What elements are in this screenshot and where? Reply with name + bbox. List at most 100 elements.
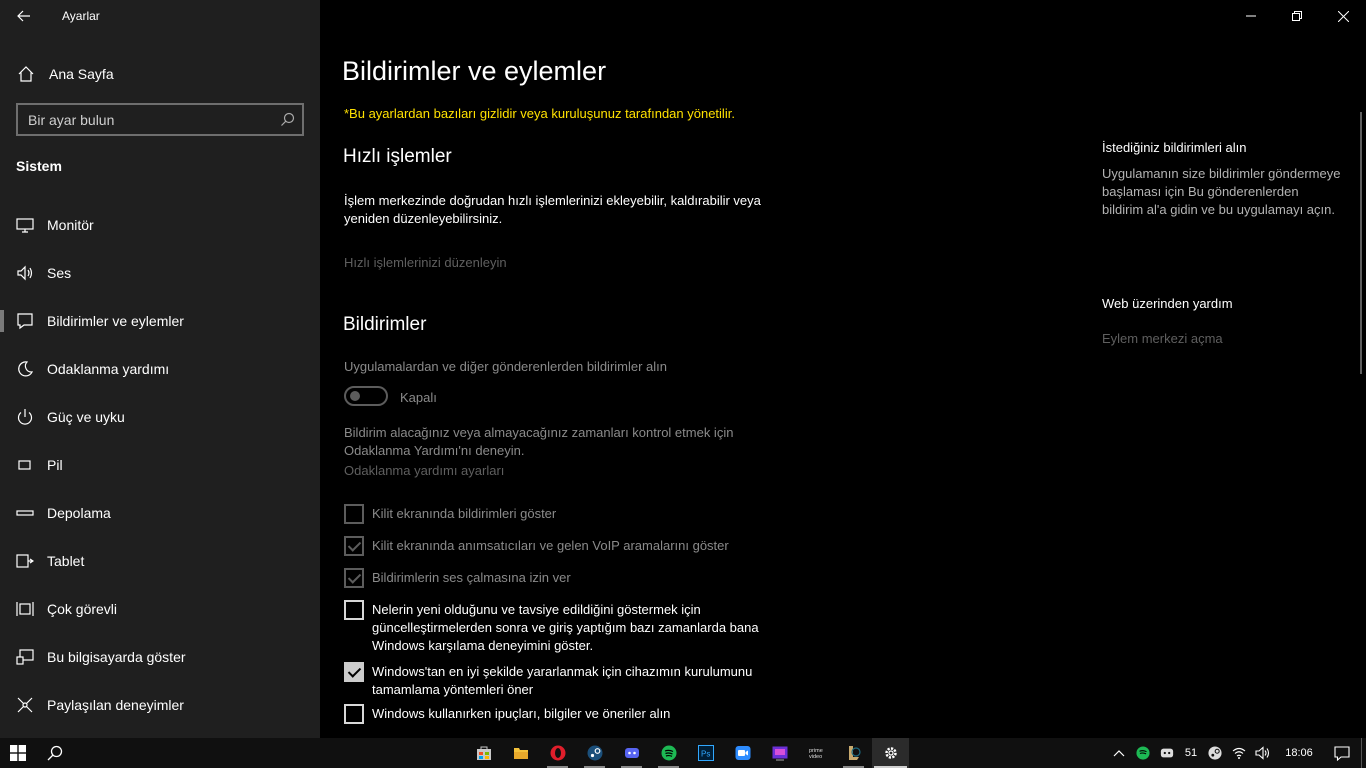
taskbar-search-button[interactable]	[38, 738, 72, 768]
show-desktop-button[interactable]	[1361, 738, 1366, 768]
tray-overflow-button[interactable]	[1107, 738, 1131, 768]
steam-icon	[1208, 746, 1222, 760]
taskbar: Ps prime video 51 18:06	[0, 738, 1366, 768]
taskbar-app-league[interactable]	[835, 738, 872, 768]
tray-discord[interactable]	[1155, 738, 1179, 768]
taskbar-apps: Ps prime video	[465, 738, 909, 768]
store-icon	[476, 746, 491, 760]
focus-assist-settings-link[interactable]: Odaklanma yardımı ayarları	[344, 463, 504, 478]
taskbar-app-opera[interactable]	[539, 738, 576, 768]
taskbar-clock[interactable]: 18:06	[1275, 747, 1323, 759]
sidebar-nav: Monitör Ses Bildirimler ve eylemler Odak…	[0, 201, 320, 729]
web-help-title: Web üzerinden yardım	[1102, 296, 1233, 311]
sidebar-item-notifications[interactable]: Bildirimler ve eylemler	[0, 297, 320, 345]
checkbox[interactable]	[344, 536, 364, 556]
sidebar-item-label: Bildirimler ve eylemler	[47, 313, 184, 329]
action-center-button[interactable]	[1323, 738, 1361, 768]
sidebar-item-label: Pil	[47, 457, 63, 473]
wifi-icon	[1232, 747, 1246, 759]
home-nav-item[interactable]: Ana Sayfa	[0, 56, 320, 92]
settings-icon	[884, 747, 897, 759]
volume-icon	[1255, 746, 1270, 760]
taskbar-app-steam[interactable]	[576, 738, 613, 768]
notifications-heading: Bildirimler	[343, 314, 427, 335]
minimize-button[interactable]	[1228, 0, 1274, 32]
sidebar-item-projecting[interactable]: Bu bilgisayarda göster	[0, 633, 320, 681]
checkbox[interactable]	[344, 600, 364, 620]
help-title: İstediğiniz bildirimleri alın	[1102, 140, 1247, 155]
checkbox[interactable]	[344, 504, 364, 524]
speaker-icon	[17, 265, 33, 281]
discord-icon	[624, 748, 639, 758]
close-button[interactable]	[1320, 0, 1366, 32]
search-icon[interactable]	[280, 112, 295, 127]
sidebar: Ayarlar Ana Sayfa Sistem Monitör Ses Bil…	[0, 0, 320, 738]
spotify-icon	[661, 745, 676, 761]
sidebar-item-label: Güç ve uyku	[47, 409, 125, 425]
checkbox[interactable]	[344, 568, 364, 588]
tray-steam[interactable]	[1203, 738, 1227, 768]
sidebar-item-monitor[interactable]: Monitör	[0, 201, 320, 249]
quick-actions-heading: Hızlı işlemler	[343, 146, 452, 167]
back-button[interactable]	[10, 4, 38, 28]
sidebar-item-sound[interactable]: Ses	[0, 249, 320, 297]
sidebar-item-multitasking[interactable]: Çok görevli	[0, 585, 320, 633]
sidebar-item-shared-experiences[interactable]: Paylaşılan deneyimler	[0, 681, 320, 729]
search-input[interactable]	[18, 105, 268, 134]
taskbar-app-settings[interactable]	[872, 738, 909, 768]
taskbar-app-file-explorer[interactable]	[502, 738, 539, 768]
zoom-icon	[735, 746, 750, 760]
tray-network[interactable]	[1227, 738, 1251, 768]
spotify-icon	[1136, 746, 1150, 760]
taskbar-app-photoshop[interactable]: Ps	[687, 738, 724, 768]
notifications-toggle[interactable]	[344, 386, 388, 406]
start-button[interactable]	[0, 738, 36, 768]
taskbar-app-spotify[interactable]	[650, 738, 687, 768]
svg-text:video: video	[809, 754, 822, 760]
discord-icon	[1160, 748, 1174, 758]
web-help-panel: Web üzerinden yardım Eylem merkezi açma	[1102, 296, 1342, 348]
sidebar-item-tablet[interactable]: Tablet	[0, 537, 320, 585]
tray-volume[interactable]	[1251, 738, 1275, 768]
tray-badge-count[interactable]: 51	[1179, 738, 1203, 768]
scrollbar[interactable]	[1360, 112, 1362, 374]
checkbox-label: Kilit ekranında anımsatıcıları ve gelen …	[372, 538, 729, 553]
taskbar-app-prime-video[interactable]: prime video	[798, 738, 835, 768]
multitask-icon	[16, 602, 34, 616]
sidebar-item-focus-assist[interactable]: Odaklanma yardımı	[0, 345, 320, 393]
taskbar-app-store[interactable]	[465, 738, 502, 768]
sidebar-item-power[interactable]: Güç ve uyku	[0, 393, 320, 441]
app-title: Ayarlar	[62, 9, 100, 23]
taskbar-app-discord[interactable]	[613, 738, 650, 768]
restore-button[interactable]	[1274, 0, 1320, 32]
help-text: Uygulamanın size bildirimler göndermeye …	[1102, 166, 1341, 217]
main-content: Bildirimler ve eylemler *Bu ayarlardan b…	[320, 0, 1366, 738]
taskbar-app-zoom[interactable]	[724, 738, 761, 768]
moon-icon	[18, 361, 34, 377]
storage-icon	[16, 510, 34, 516]
section-label: Sistem	[16, 158, 62, 174]
sidebar-item-label: Tablet	[47, 553, 85, 569]
checkbox-label: Windows kullanırken ipuçları, bilgiler v…	[372, 706, 671, 721]
checkbox[interactable]	[344, 704, 364, 724]
chevron-up-icon	[1113, 750, 1125, 757]
system-tray: 51 18:06	[1107, 738, 1366, 768]
sidebar-item-battery[interactable]: Pil	[0, 441, 320, 489]
checkbox-label: Kilit ekranında bildirimleri göster	[372, 506, 557, 521]
checkbox-label: Bildirimlerin ses çalmasına izin ver	[372, 570, 571, 585]
web-help-link[interactable]: Eylem merkezi açma	[1102, 330, 1342, 348]
taskbar-app-purple[interactable]	[761, 738, 798, 768]
close-icon	[1337, 10, 1349, 22]
focus-assist-text: Bildirim alacağınız veya almayacağınız z…	[344, 425, 734, 458]
checkbox-label: Nelerin yeni olduğunu ve tavsiye edildiğ…	[372, 602, 759, 653]
sidebar-item-storage[interactable]: Depolama	[0, 489, 320, 537]
sidebar-item-label: Monitör	[47, 217, 94, 233]
tray-spotify[interactable]	[1131, 738, 1155, 768]
checkbox[interactable]	[344, 662, 364, 682]
battery-icon	[18, 460, 31, 470]
window-controls	[1228, 0, 1366, 32]
edit-quick-actions-link[interactable]: Hızlı işlemlerinizi düzenleyin	[344, 255, 507, 270]
shared-experiences-icon	[17, 697, 33, 713]
project-icon	[16, 649, 34, 665]
managed-note: *Bu ayarlardan bazıları gizlidir veya ku…	[344, 106, 735, 121]
